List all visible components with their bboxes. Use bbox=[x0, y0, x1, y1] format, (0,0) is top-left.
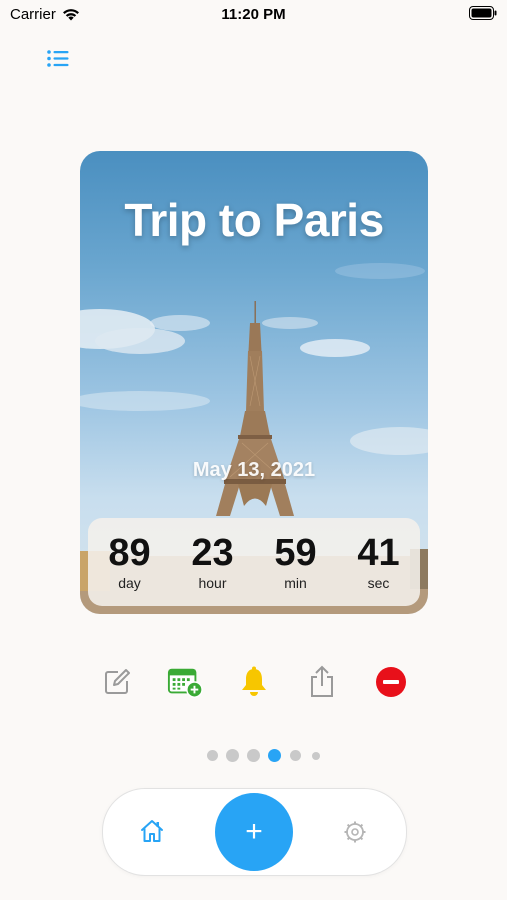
status-time: 11:20 PM bbox=[221, 6, 286, 23]
countdown-seconds: 41 sec bbox=[339, 533, 419, 591]
share-button[interactable] bbox=[304, 664, 340, 700]
home-icon bbox=[141, 820, 163, 842]
page-dot[interactable] bbox=[247, 749, 260, 762]
page-dot[interactable] bbox=[290, 750, 301, 761]
screen: Carrier 11:20 PM Trip to Paris May 13, 2… bbox=[0, 0, 507, 900]
countdown-minutes-label: min bbox=[284, 575, 307, 591]
countdown-days: 89 day bbox=[90, 533, 170, 591]
settings-tab[interactable] bbox=[343, 820, 367, 844]
edit-button[interactable] bbox=[99, 664, 135, 700]
action-row bbox=[0, 664, 507, 704]
event-date: May 13, 2021 bbox=[192, 459, 316, 481]
reminder-button[interactable] bbox=[236, 664, 272, 700]
countdown-days-value: 89 bbox=[108, 532, 151, 574]
gear-icon bbox=[344, 821, 366, 843]
add-to-calendar-button[interactable] bbox=[167, 664, 203, 700]
home-tab[interactable] bbox=[139, 818, 165, 844]
countdown-hours-value: 23 bbox=[191, 532, 234, 574]
countdown-days-label: day bbox=[118, 575, 141, 591]
delete-button[interactable] bbox=[373, 664, 409, 700]
countdown-minutes-value: 59 bbox=[274, 532, 317, 574]
event-title: Trip to Paris bbox=[124, 194, 384, 246]
page-dot[interactable] bbox=[312, 752, 320, 760]
list-icon bbox=[47, 50, 69, 67]
tab-bar: + bbox=[102, 788, 407, 876]
calendar-add-icon bbox=[167, 668, 203, 698]
page-dot-active[interactable] bbox=[268, 749, 281, 762]
countdown-hours: 23 hour bbox=[173, 533, 253, 591]
page-indicator[interactable] bbox=[0, 749, 507, 763]
minus-circle-icon bbox=[376, 667, 406, 697]
status-bar: Carrier 11:20 PM bbox=[0, 0, 507, 30]
event-card[interactable]: Trip to Paris May 13, 2021 89 day 23 hou… bbox=[80, 151, 428, 614]
edit-icon bbox=[105, 669, 130, 694]
page-dot[interactable] bbox=[207, 750, 218, 761]
bell-icon bbox=[242, 666, 266, 696]
list-menu-button[interactable] bbox=[46, 48, 70, 70]
countdown-panel: 89 day 23 hour 59 min 41 sec bbox=[88, 518, 420, 606]
countdown-minutes: 59 min bbox=[256, 533, 336, 591]
add-event-button[interactable]: + bbox=[215, 793, 293, 871]
page-dot[interactable] bbox=[226, 749, 239, 762]
battery-icon bbox=[469, 6, 497, 25]
countdown-seconds-value: 41 bbox=[357, 532, 400, 574]
share-icon bbox=[311, 665, 333, 697]
countdown-seconds-label: sec bbox=[367, 575, 390, 591]
countdown-hours-label: hour bbox=[198, 575, 227, 591]
